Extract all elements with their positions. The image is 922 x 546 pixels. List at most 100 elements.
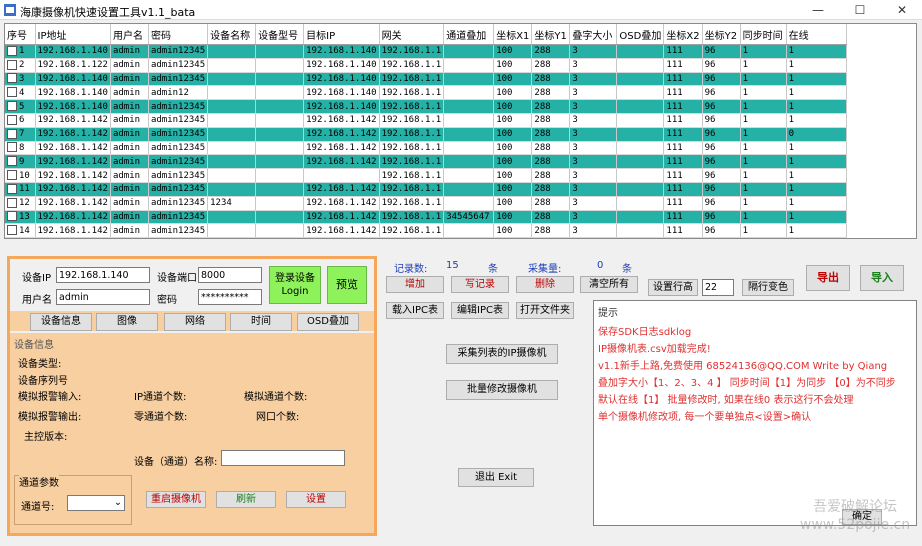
- table-cell[interactable]: 100: [493, 72, 533, 87]
- table-cell[interactable]: 1: [786, 223, 847, 238]
- table-cell[interactable]: 111: [663, 168, 703, 183]
- table-cell[interactable]: 192.168.1.142: [303, 210, 380, 225]
- table-cell[interactable]: 111: [663, 237, 703, 238]
- user-input[interactable]: admin: [56, 289, 150, 305]
- table-cell[interactable]: admin: [110, 127, 149, 142]
- table-cell[interactable]: 1: [786, 44, 847, 59]
- table-cell[interactable]: admin: [110, 99, 149, 114]
- row-height-input[interactable]: 22: [702, 279, 734, 296]
- table-cell[interactable]: 96: [702, 237, 741, 238]
- row-index-cell[interactable]: 2: [5, 58, 36, 73]
- table-cell[interactable]: [616, 196, 665, 211]
- table-cell[interactable]: 192.168.1.140: [35, 85, 111, 101]
- table-row[interactable]: 8 192.168.1.142 admin admin12345 192.168.1.1…: [5, 141, 847, 156]
- table-cell[interactable]: 192.168.1.142: [35, 141, 111, 156]
- table-cell[interactable]: admin12345: [148, 210, 209, 225]
- table-cell[interactable]: [443, 141, 495, 156]
- channel-no-select[interactable]: ⌄: [67, 495, 125, 511]
- table-cell[interactable]: 1: [740, 85, 787, 101]
- table-row[interactable]: 2 192.168.1.122 admin admin12345 192.168.1.1…: [5, 58, 847, 73]
- table-cell[interactable]: admin12345: [148, 168, 209, 183]
- table-cell[interactable]: 192.168.1.142: [35, 113, 111, 128]
- table-cell[interactable]: [616, 127, 665, 142]
- table-cell[interactable]: 192.168.1.142: [303, 141, 380, 156]
- table-cell[interactable]: 192.168.1.1: [379, 223, 445, 238]
- table-cell[interactable]: 96: [702, 44, 741, 59]
- export-button[interactable]: 导出: [806, 265, 850, 291]
- table-cell[interactable]: 192.168.1.140: [303, 99, 380, 114]
- table-cell[interactable]: 1: [786, 154, 847, 170]
- maximize-button[interactable]: ☐: [840, 0, 880, 20]
- row-index-cell[interactable]: 7: [5, 127, 36, 142]
- table-cell[interactable]: 111: [663, 182, 703, 197]
- table-cell[interactable]: 1: [740, 113, 787, 128]
- row-index-cell[interactable]: 1: [5, 44, 36, 59]
- table-cell[interactable]: admin12345: [148, 127, 209, 142]
- table-cell[interactable]: 288: [531, 141, 571, 156]
- column-header[interactable]: 设备名称: [207, 24, 257, 45]
- refresh-button[interactable]: 刷新: [216, 491, 276, 508]
- row-checkbox[interactable]: [7, 197, 17, 208]
- table-cell[interactable]: [255, 223, 305, 238]
- table-cell[interactable]: 3: [569, 182, 618, 197]
- table-row[interactable]: 15192.168.1.142adminadmin12345192.168.1.…: [5, 237, 847, 238]
- table-cell[interactable]: 100: [493, 99, 533, 114]
- table-cell[interactable]: 192.168.1.140: [303, 72, 380, 87]
- table-cell[interactable]: 192.168.1.142: [303, 196, 380, 211]
- table-cell[interactable]: 1: [786, 58, 847, 73]
- table-row[interactable]: 11 192.168.1.142 admin admin12345 192.168.1.…: [5, 182, 847, 197]
- login-button[interactable]: 登录设备 Login: [269, 266, 321, 304]
- table-cell[interactable]: 96: [702, 154, 741, 170]
- table-cell[interactable]: 3: [569, 141, 618, 156]
- table-cell[interactable]: [207, 72, 257, 87]
- tab-osd[interactable]: OSD叠加: [297, 313, 359, 331]
- table-cell[interactable]: [255, 127, 305, 142]
- row-index-cell[interactable]: 8: [5, 141, 36, 156]
- table-cell[interactable]: 1: [740, 127, 787, 142]
- table-cell[interactable]: 1: [786, 210, 847, 225]
- table-cell[interactable]: [616, 44, 665, 59]
- table-cell[interactable]: [616, 210, 665, 225]
- table-cell[interactable]: admin12345: [148, 182, 209, 197]
- table-row[interactable]: 4 192.168.1.140 admin admin12 192.168.1.140 1…: [5, 85, 847, 101]
- table-cell[interactable]: 100: [493, 127, 533, 142]
- set-button[interactable]: 设置: [286, 491, 346, 508]
- table-cell[interactable]: admin: [110, 154, 149, 170]
- table-cell[interactable]: [207, 182, 257, 197]
- table-cell[interactable]: 3: [569, 44, 618, 59]
- table-cell[interactable]: 111: [663, 44, 703, 59]
- table-cell[interactable]: 288: [531, 58, 571, 73]
- edit-ipc-button[interactable]: 编辑IPC表: [451, 302, 509, 319]
- row-index-cell[interactable]: 13: [5, 210, 36, 225]
- table-cell[interactable]: 192.168.1.1: [379, 141, 445, 156]
- table-cell[interactable]: admin12345: [148, 223, 209, 238]
- delete-button[interactable]: 删除: [516, 276, 574, 293]
- tab-image[interactable]: 图像: [96, 313, 158, 331]
- table-cell[interactable]: 3: [569, 168, 618, 183]
- table-cell[interactable]: 96: [702, 141, 741, 156]
- table-cell[interactable]: 1: [786, 168, 847, 183]
- table-cell[interactable]: 288: [531, 85, 571, 101]
- table-cell[interactable]: 111: [663, 223, 703, 238]
- table-cell[interactable]: [616, 182, 665, 197]
- table-cell[interactable]: [255, 58, 305, 73]
- row-index-cell[interactable]: 5: [5, 99, 36, 114]
- table-cell[interactable]: admin: [110, 182, 149, 197]
- table-cell[interactable]: 111: [663, 141, 703, 156]
- table-cell[interactable]: 1: [740, 182, 787, 197]
- table-cell[interactable]: 3: [569, 237, 618, 238]
- table-cell[interactable]: 192.168.1.1: [379, 210, 445, 225]
- open-folder-button[interactable]: 打开文件夹: [516, 302, 574, 319]
- table-cell[interactable]: 1: [740, 223, 787, 238]
- table-cell[interactable]: admin: [110, 72, 149, 87]
- table-cell[interactable]: 3: [569, 210, 618, 225]
- table-cell[interactable]: admin: [110, 223, 149, 238]
- table-row[interactable]: 10 192.168.1.142 admin admin12345 192.168.1.…: [5, 168, 847, 183]
- table-cell[interactable]: 1: [740, 141, 787, 156]
- table-cell[interactable]: admin: [110, 113, 149, 128]
- column-header[interactable]: 叠字大小: [569, 24, 618, 45]
- camera-grid[interactable]: 序号 IP地址 用户名 密码 设备名称 设备型号 目标IP 网关 通道叠加 坐标X1 坐标Y1 叠字大…: [4, 23, 917, 239]
- table-cell[interactable]: 288: [531, 223, 571, 238]
- column-header[interactable]: 坐标X2: [663, 24, 703, 45]
- table-cell[interactable]: [443, 85, 495, 101]
